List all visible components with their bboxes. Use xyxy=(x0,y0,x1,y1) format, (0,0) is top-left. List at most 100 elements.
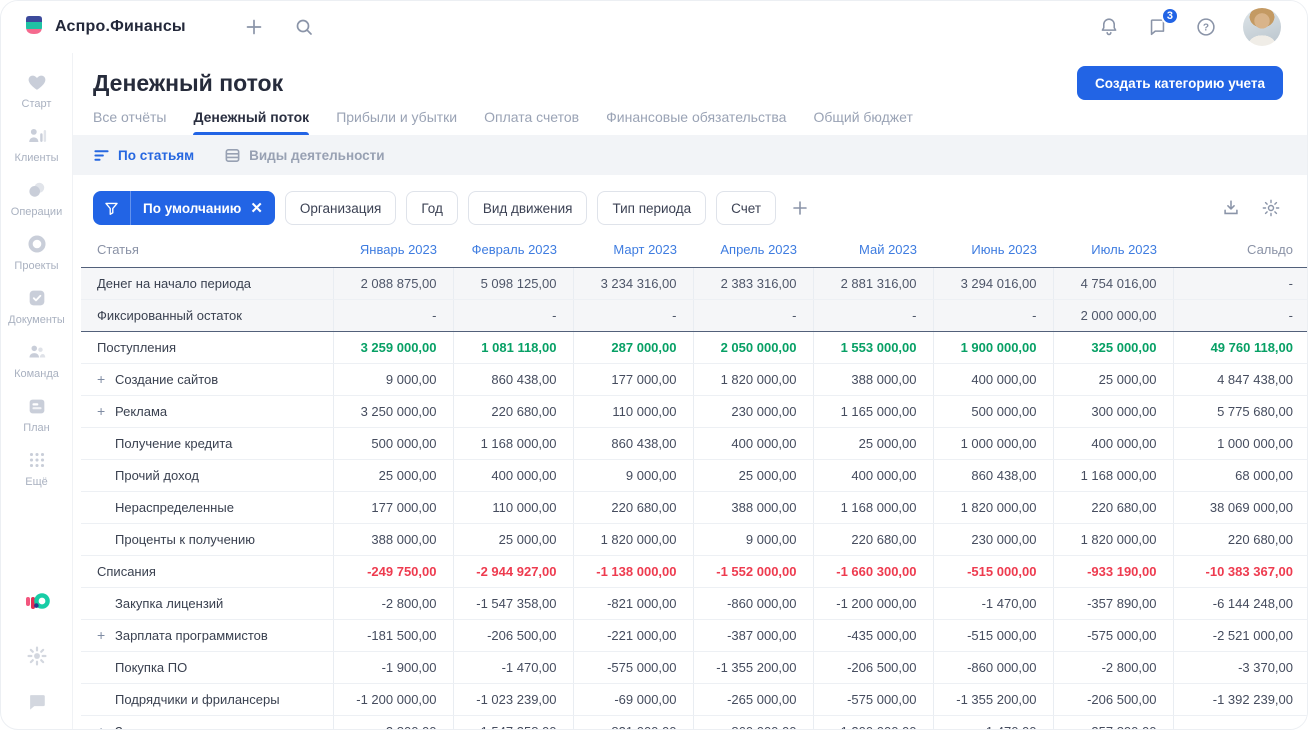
search-icon[interactable] xyxy=(294,17,314,37)
tab-прибыли-и-убытки[interactable]: Прибыли и убытки xyxy=(336,109,457,135)
quick-add-icon[interactable] xyxy=(244,17,264,37)
value-cell: -1 900,00 xyxy=(332,651,453,684)
table-row[interactable]: Поступления 3 259 000,00 1 081 118,00 287 0… xyxy=(81,331,1307,364)
value-cell: 9 000,00 xyxy=(572,459,693,492)
value-cell: 1 820 000,00 xyxy=(692,363,813,396)
tab-все-отчёты[interactable]: Все отчёты xyxy=(93,109,166,135)
table-row[interactable]: Проценты к получению 388 000,00 25 000,00 1… xyxy=(81,523,1307,556)
clear-filter-icon[interactable]: ✕ xyxy=(250,201,263,216)
sidebar-item-team[interactable]: Команда xyxy=(1,333,72,387)
value-cell: - xyxy=(332,299,453,332)
value-cell: -821 000,00 xyxy=(572,715,693,729)
notifications-bell-icon[interactable] xyxy=(1098,16,1120,38)
table-row[interactable]: Фиксированный остаток - - - - - -2 000 000,00- xyxy=(81,299,1307,332)
value-cell: 110 000,00 xyxy=(452,491,573,524)
create-category-button[interactable]: Создать категорию учета xyxy=(1077,66,1283,100)
value-cell: 1 168 000,00 xyxy=(1052,459,1173,492)
page-title: Денежный поток xyxy=(93,69,284,96)
value-cell: -860 000,00 xyxy=(692,715,813,729)
filter-chip[interactable]: Организация xyxy=(284,191,397,225)
sidebar-item-operations[interactable]: Операции xyxy=(1,171,72,225)
table-row[interactable]: Прочий доход 25 000,00 400 000,00 9 000,00 2… xyxy=(81,459,1307,492)
sidebar-item-plan[interactable]: План xyxy=(1,387,72,441)
subtab-activity-types[interactable]: Виды деятельности xyxy=(224,147,385,164)
table-row[interactable]: Подрядчики и фрилансеры -1 200 000,00 -1 0… xyxy=(81,683,1307,716)
sidebar-item-clients[interactable]: Клиенты xyxy=(1,117,72,171)
filter-chip[interactable]: Вид движения xyxy=(467,191,588,225)
value-cell: -357 890,00 xyxy=(1052,715,1173,729)
value-cell: 3 250 000,00 xyxy=(332,395,453,428)
sidebar-item-projects[interactable]: Проекты xyxy=(1,225,72,279)
table-settings-gear-icon[interactable] xyxy=(1261,198,1281,218)
table-row[interactable]: Денег на начало периода 2 088 875,00 5 098… xyxy=(81,267,1307,300)
row-label: Фиксированный остаток xyxy=(97,307,242,323)
table-row[interactable]: + Зарплата программистов -181 500,00 -206 5… xyxy=(81,619,1307,652)
sidebar-item-documents[interactable]: Документы xyxy=(1,279,72,333)
tab-денежный-поток[interactable]: Денежный поток xyxy=(193,109,309,135)
row-label-cell: + Реклама xyxy=(81,395,333,428)
tab-финансовые-обязательства[interactable]: Финансовые обязательства xyxy=(606,109,786,135)
value-cell: 388 000,00 xyxy=(692,491,813,524)
active-filter-label: По умолчанию xyxy=(143,200,242,216)
column-header-month: Апрель 2023 xyxy=(693,233,813,268)
start-icon xyxy=(26,70,48,94)
settings-gear-icon[interactable] xyxy=(26,645,48,667)
help-icon[interactable]: ? xyxy=(1195,16,1217,38)
saldo-cell: 68 000,00 xyxy=(1172,459,1307,492)
table-row[interactable]: Списания -249 750,00 -2 944 927,00 -1 138 0… xyxy=(81,555,1307,588)
value-cell: -860 000,00 xyxy=(932,651,1053,684)
table-row[interactable]: Закупка лицензий -2 800,00 -1 547 358,00 -8… xyxy=(81,587,1307,620)
row-label-cell: Списания xyxy=(81,555,333,588)
messages-icon[interactable]: 3 xyxy=(1146,7,1179,38)
expand-row-icon[interactable]: + xyxy=(97,627,115,643)
value-cell: -2 800,00 xyxy=(1052,651,1173,684)
tab-оплата-счетов[interactable]: Оплата счетов xyxy=(484,109,579,135)
filter-chip[interactable]: Год xyxy=(406,191,458,225)
sidebar-item-label: Операции xyxy=(10,206,63,218)
table-row[interactable]: + Реклама 3 250 000,00 220 680,00 110 000,00… xyxy=(81,395,1307,428)
value-cell: 25 000,00 xyxy=(452,523,573,556)
value-cell: 220 680,00 xyxy=(1052,491,1173,524)
value-cell: 1 081 118,00 xyxy=(452,331,573,364)
row-label: Покупка ПО xyxy=(115,659,188,675)
table-row[interactable]: Получение кредита 500 000,00 1 168 000,00 8… xyxy=(81,427,1307,460)
saldo-cell: 1 000 000,00 xyxy=(1172,427,1307,460)
value-cell: -2 800,00 xyxy=(332,715,453,729)
filter-chip[interactable]: Счет xyxy=(716,191,777,225)
table-row[interactable]: +Зарплата программистов-2 800,00-1 547 3… xyxy=(81,715,1307,729)
sidebar-item-more[interactable]: Ещё xyxy=(1,441,72,495)
value-cell: 388 000,00 xyxy=(812,363,933,396)
value-cell: 177 000,00 xyxy=(332,491,453,524)
value-cell: - xyxy=(452,299,573,332)
expand-row-icon[interactable]: + xyxy=(97,723,115,729)
expand-row-icon[interactable]: + xyxy=(97,403,115,419)
table-row[interactable]: Покупка ПО -1 900,00 -1 470,00 -575 000,00-… xyxy=(81,651,1307,684)
subtab-by-articles[interactable]: По статьям xyxy=(93,147,194,164)
value-cell: 220 680,00 xyxy=(572,491,693,524)
row-label-cell: +Зарплата программистов xyxy=(81,619,333,652)
support-chat-icon[interactable] xyxy=(26,691,48,713)
table-row[interactable]: Нераспределенные 177 000,00 110 000,00 220 … xyxy=(81,491,1307,524)
user-avatar[interactable] xyxy=(1243,8,1281,46)
row-label: Получение кредита xyxy=(115,435,233,451)
export-download-icon[interactable] xyxy=(1221,198,1241,218)
value-cell: -1 470,00 xyxy=(452,651,573,684)
table-row[interactable]: + Создание сайтов 9 000,00 860 438,00 177 00… xyxy=(81,363,1307,396)
tab-общий-бюджет[interactable]: Общий бюджет xyxy=(813,109,912,135)
value-cell: -1 023 239,00 xyxy=(452,683,573,716)
sidebar-item-label: Команда xyxy=(14,368,59,380)
value-cell: -69 000,00 xyxy=(572,683,693,716)
value-cell: -575 000,00 xyxy=(812,683,933,716)
expand-row-icon[interactable]: + xyxy=(97,371,115,387)
brand[interactable]: Аспро.Финансы xyxy=(23,14,186,41)
add-filter-icon[interactable] xyxy=(790,198,810,218)
active-filter-chip[interactable]: По умолчанию ✕ xyxy=(93,191,275,225)
row-label-cell: Денег на начало периода xyxy=(81,267,333,300)
value-cell: 230 000,00 xyxy=(932,523,1053,556)
filter-chip[interactable]: Тип периода xyxy=(597,191,707,225)
value-cell: -1 552 000,00 xyxy=(692,555,813,588)
value-cell: 1 820 000,00 xyxy=(1052,523,1173,556)
value-cell: 860 438,00 xyxy=(572,427,693,460)
sidebar-item-start[interactable]: Старт xyxy=(1,63,72,117)
aspro-logo-icon[interactable] xyxy=(23,590,51,621)
